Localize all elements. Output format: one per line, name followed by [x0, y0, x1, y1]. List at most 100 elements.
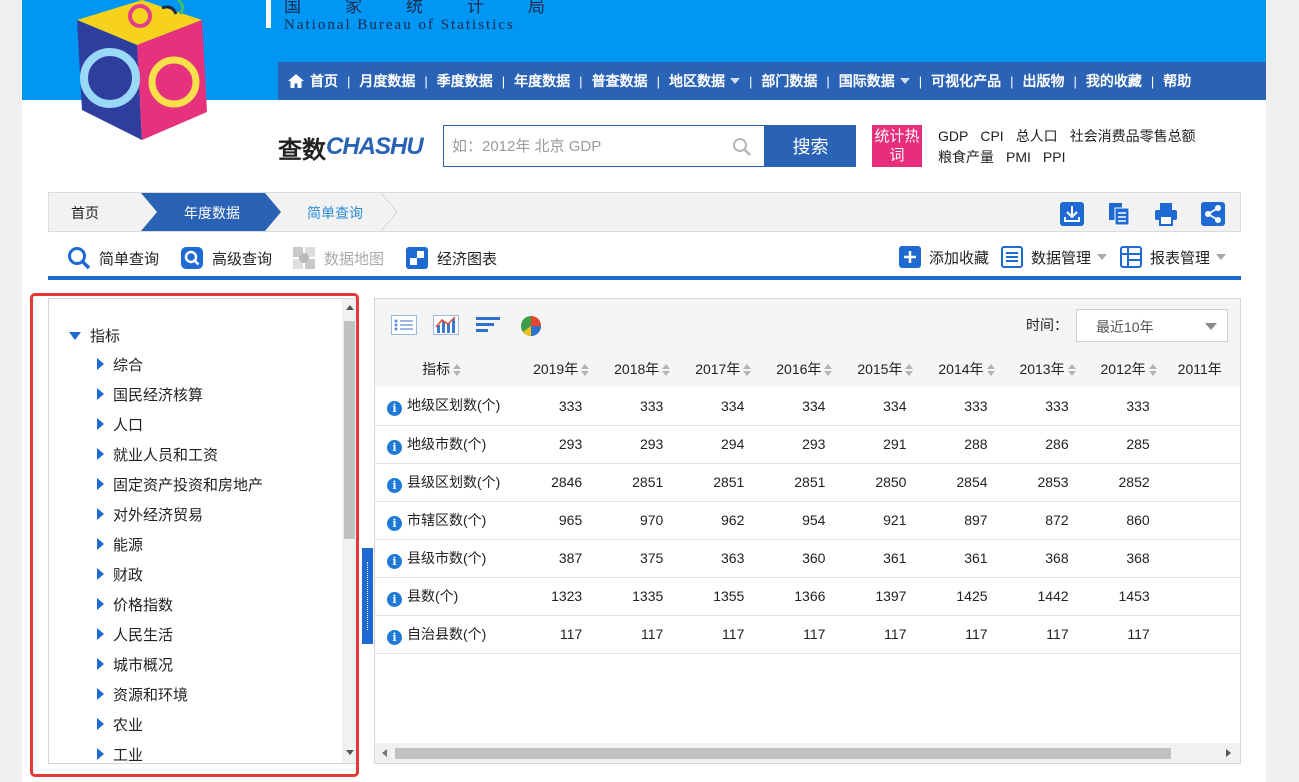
search-icon[interactable] [732, 137, 752, 157]
breadcrumb-annual[interactable]: 年度数据 [184, 203, 240, 223]
value-cell: 2853 [995, 463, 1077, 502]
table-header-row: 指标 2019年 2018年 2017年 2016年 2015年 2014年 2… [375, 351, 1240, 387]
copy-icon[interactable] [1106, 201, 1132, 227]
chashu-logo[interactable]: 查数 CHASHU [278, 130, 424, 164]
hot-word-link[interactable]: GDP [938, 126, 968, 147]
print-icon[interactable] [1153, 201, 1179, 227]
nav-separator: | [579, 73, 583, 89]
breadcrumb-home[interactable]: 首页 [71, 203, 99, 223]
value-cell: 1323 [509, 577, 591, 616]
nav-census[interactable]: 普查数据 [592, 71, 648, 91]
bar-chart-view-icon[interactable] [433, 315, 459, 335]
column-header-year[interactable]: 2014年 [914, 351, 996, 387]
column-header-label: 2017年 [695, 361, 741, 377]
column-header-indicator[interactable]: 指标 [375, 351, 510, 387]
download-icon[interactable] [1059, 201, 1085, 227]
advanced-query-button[interactable]: 高级查询 [180, 246, 272, 270]
indicator-cell[interactable]: i 自治县数(个) [375, 615, 510, 654]
value-cell [1157, 615, 1240, 654]
value-cell: 117 [1076, 615, 1158, 654]
indicator-cell[interactable]: i 市辖区数(个) [375, 501, 510, 540]
value-cell: 285 [1076, 425, 1158, 464]
table-h-scroll-thumb[interactable] [395, 748, 1171, 759]
horizontal-bar-view-icon[interactable] [476, 315, 502, 335]
nav-help[interactable]: 帮助 [1163, 71, 1191, 91]
econ-chart-label: 经济图表 [437, 250, 498, 268]
nav-publications[interactable]: 出版物 [1023, 71, 1065, 91]
column-header-year[interactable]: 2013年 [995, 351, 1077, 387]
indicator-cell[interactable]: i 县数(个) [375, 577, 510, 616]
nav-separator: | [1150, 73, 1155, 89]
search-button[interactable]: 搜索 [765, 125, 856, 167]
chart-icon [406, 247, 428, 269]
column-header-label: 2019年 [533, 361, 579, 377]
nav-monthly[interactable]: 月度数据 [359, 71, 415, 91]
table-row: i 县级区划数(个) 2846 2851 2851 2851 2850 2854 … [375, 463, 1240, 502]
info-icon[interactable]: i [387, 439, 402, 455]
table-view-icon[interactable] [391, 315, 417, 335]
nav-international[interactable]: 国际数据 [839, 71, 910, 91]
column-header-year[interactable]: 2015年 [833, 351, 915, 387]
info-icon[interactable]: i [387, 477, 402, 493]
hot-word-link[interactable]: PPI [1043, 147, 1066, 168]
value-cell: 333 [509, 387, 591, 426]
nav-visual-products[interactable]: 可视化产品 [931, 71, 1001, 91]
info-icon[interactable]: i [387, 553, 402, 569]
value-cell: 970 [590, 501, 672, 540]
nav-department[interactable]: 部门数据 [761, 71, 817, 91]
indicator-cell[interactable]: i 县级区划数(个) [375, 463, 510, 502]
time-range-select[interactable]: 最近10年 [1076, 309, 1228, 342]
column-header-year[interactable]: 2018年 [590, 351, 672, 387]
report-manage-dropdown[interactable]: 报表管理 [1120, 246, 1227, 268]
nav-favorites[interactable]: 我的收藏 [1086, 71, 1142, 91]
data-map-label: 数据地图 [324, 250, 385, 268]
nbs-logo-icon[interactable] [62, 0, 212, 148]
table-h-scrollbar[interactable] [375, 743, 1240, 763]
value-cell: 872 [995, 501, 1077, 540]
indicator-cell[interactable]: i 县级市数(个) [375, 539, 510, 578]
hot-word-link[interactable]: 总人口 [1016, 126, 1058, 147]
pie-chart-view-icon[interactable] [520, 315, 542, 337]
nav-regional[interactable]: 地区数据 [669, 71, 740, 91]
nav-home[interactable]: 首页 [288, 71, 338, 91]
value-cell: 2854 [914, 463, 996, 502]
nav-home-label: 首页 [310, 73, 338, 89]
column-header-year[interactable]: 2016年 [752, 351, 834, 387]
value-cell: 2851 [671, 463, 753, 502]
econ-chart-button[interactable]: 经济图表 [405, 246, 497, 270]
hot-word-link[interactable]: 粮食产量 [938, 147, 994, 168]
nav-quarterly[interactable]: 季度数据 [437, 71, 493, 91]
hot-word-link[interactable]: CPI [980, 126, 1003, 147]
value-cell: 1425 [914, 577, 996, 616]
hot-word-link[interactable]: PMI [1006, 147, 1031, 168]
time-range-value: 最近10年 [1096, 319, 1154, 335]
scroll-right-icon[interactable] [1226, 749, 1231, 757]
value-cell: 293 [509, 425, 591, 464]
column-header-year[interactable]: 2017年 [671, 351, 753, 387]
data-manage-dropdown[interactable]: 数据管理 [1001, 246, 1108, 268]
add-favorite-button[interactable]: 添加收藏 [899, 246, 989, 268]
indicator-name: 县级区划数(个) [407, 473, 501, 490]
info-icon[interactable]: i [387, 591, 402, 607]
nav-annual[interactable]: 年度数据 [514, 71, 570, 91]
info-icon[interactable]: i [387, 515, 402, 531]
hot-word-link[interactable]: 社会消费品零售总额 [1070, 126, 1196, 147]
plus-icon [899, 246, 921, 268]
info-icon[interactable]: i [387, 401, 402, 417]
panel-splitter-handle[interactable] [362, 548, 373, 644]
scroll-left-icon[interactable] [382, 749, 387, 757]
sort-icon [905, 364, 914, 377]
simple-query-button[interactable]: 简单查询 [67, 246, 159, 270]
search-input[interactable] [452, 137, 724, 155]
report-manage-label: 报表管理 [1150, 249, 1211, 267]
data-map-button[interactable]: 数据地图 [292, 246, 384, 270]
sort-icon [1148, 364, 1158, 377]
column-header-year[interactable]: 2011年 [1157, 351, 1240, 387]
column-header-year[interactable]: 2012年 [1076, 351, 1158, 387]
info-icon[interactable]: i [387, 629, 402, 645]
column-header-year[interactable]: 2019年 [509, 351, 591, 387]
time-filter-label: 时间： [1026, 317, 1068, 333]
share-icon[interactable] [1200, 201, 1226, 227]
indicator-cell[interactable]: i 地级区划数(个) [375, 387, 510, 426]
indicator-cell[interactable]: i 地级市数(个) [375, 425, 510, 464]
